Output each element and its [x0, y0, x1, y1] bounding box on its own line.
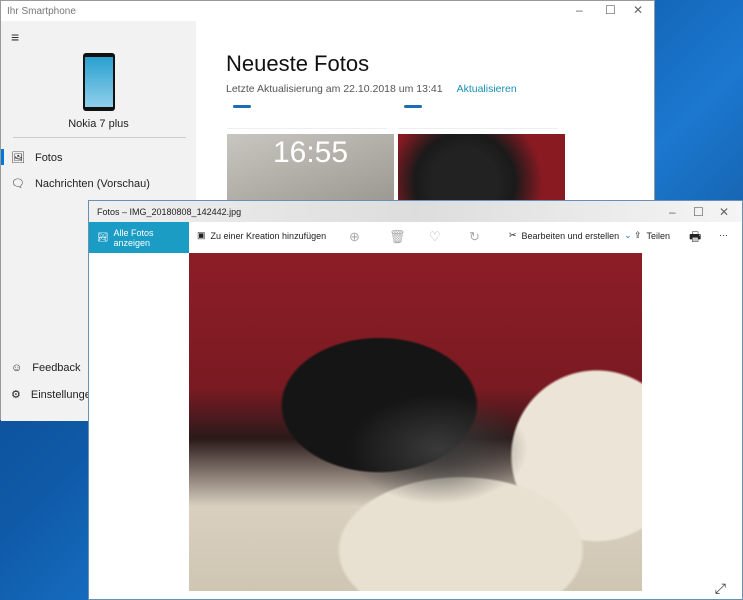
window-title: Ihr Smartphone: [7, 6, 76, 17]
minimize-button[interactable]: –: [669, 205, 676, 219]
zoom-icon[interactable]: ⊕: [349, 229, 360, 245]
device-name: Nokia 7 plus: [68, 118, 129, 130]
creation-icon: ▣: [197, 230, 206, 240]
nav-label: Feedback: [32, 362, 81, 374]
add-creation-button[interactable]: ▣ Zu einer Kreation hinzufügen: [197, 230, 326, 241]
message-icon: 🗨: [11, 178, 25, 190]
photo-icon: 🖼: [11, 152, 25, 164]
button-label: Bearbeiten und erstellen: [521, 230, 620, 241]
last-update: Letzte Aktualisierung am 22.10.2018 um 1…: [226, 83, 443, 95]
button-label: Alle Fotos anzeigen: [113, 227, 154, 248]
photos-window: Fotos – IMG_20180808_142442.jpg – ☐ ✕ 🏞 A…: [88, 200, 743, 600]
photo-thumbnail[interactable]: [398, 134, 565, 204]
toolbar: 🏞 Alle Fotos anzeigen ▣ Zu einer Kreation …: [89, 222, 742, 253]
maximize-button[interactable]: ☐: [605, 3, 616, 17]
fullscreen-icon[interactable]: ⤢: [715, 580, 726, 597]
photo-thumbnail[interactable]: 16:55: [227, 134, 394, 204]
title-bar: Fotos – IMG_20180808_142442.jpg – ☐ ✕: [89, 201, 742, 222]
dog-photo: [189, 253, 642, 591]
all-photos-button[interactable]: 🏞 Alle Fotos anzeigen: [89, 222, 189, 253]
button-label: Zu einer Kreation hinzufügen: [210, 230, 327, 241]
nav-messages[interactable]: 🗨 Nachrichten (Vorschau): [11, 177, 150, 191]
rotate-icon[interactable]: ↻: [469, 229, 480, 245]
thumb-time: 16:55: [272, 136, 349, 169]
nav-fotos[interactable]: 🖼 Fotos: [11, 151, 63, 165]
button-label: Teilen: [646, 230, 671, 241]
phone-icon: [83, 53, 115, 111]
title-bar: Ihr Smartphone – ☐ ✕: [1, 1, 654, 21]
nav-label: Fotos: [34, 151, 63, 164]
gallery-icon: 🏞: [97, 232, 109, 242]
edit-create-button[interactable]: ✂ Bearbeiten und erstellen ⌄: [509, 230, 632, 241]
nav-settings[interactable]: ⚙ Einstellungen: [11, 388, 97, 402]
print-icon[interactable]: 🖶: [689, 228, 701, 250]
hamburger-menu-icon[interactable]: ≡: [11, 29, 19, 45]
share-button[interactable]: ⇪ Teilen: [634, 230, 670, 241]
share-icon: ⇪: [634, 230, 642, 240]
update-line: Letzte Aktualisierung am 22.10.2018 um 1…: [226, 83, 517, 95]
nav-feedback[interactable]: ☺ Feedback: [11, 362, 81, 374]
heart-icon[interactable]: ♡: [429, 229, 441, 245]
page-title: Neueste Fotos: [226, 51, 370, 76]
gear-icon: ⚙: [11, 389, 21, 401]
feedback-icon: ☺: [11, 362, 23, 374]
edit-icon: ✂: [509, 230, 517, 240]
refresh-link[interactable]: Aktualisieren: [457, 83, 517, 95]
chevron-down-icon: ⌄: [624, 230, 632, 240]
close-button[interactable]: ✕: [719, 205, 729, 219]
nav-label: Nachrichten (Vorschau): [34, 177, 150, 190]
minimize-button[interactable]: –: [576, 3, 583, 17]
screenshot-strip: [398, 103, 558, 129]
divider: [13, 137, 186, 138]
more-icon[interactable]: ···: [719, 230, 728, 240]
delete-icon[interactable]: 🗑: [389, 229, 406, 245]
window-title: Fotos – IMG_20180808_142442.jpg: [97, 207, 242, 217]
maximize-button[interactable]: ☐: [693, 205, 704, 219]
screenshot-strip: [227, 103, 387, 129]
close-button[interactable]: ✕: [633, 3, 643, 17]
selection-indicator: [1, 149, 4, 165]
